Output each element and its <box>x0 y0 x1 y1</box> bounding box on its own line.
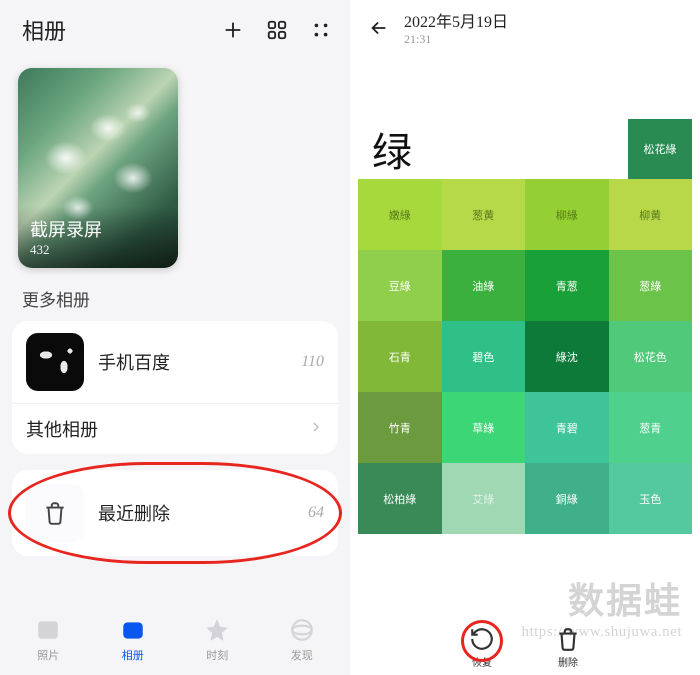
photo-date: 2022年5月19日 <box>404 8 508 32</box>
album-row-others[interactable]: 其他相册 <box>12 403 338 454</box>
color-swatch: 碧色 <box>442 321 526 392</box>
color-swatch: 柳綠 <box>525 179 609 250</box>
recently-deleted-label: 最近删除 <box>98 500 294 526</box>
trash-icon <box>555 626 581 652</box>
tab-label: 发现 <box>291 647 313 663</box>
image-title-chip: 松花綠 <box>628 119 692 179</box>
color-swatch: 草綠 <box>442 392 526 463</box>
album-row-label: 手机百度 <box>98 349 287 375</box>
page-title: 相册 <box>22 14 66 46</box>
photo-time: 21:31 <box>404 32 508 47</box>
recently-deleted-row[interactable]: 最近删除 64 <box>12 470 338 556</box>
recently-deleted-count: 64 <box>308 504 324 522</box>
album-row-baidu[interactable]: 手机百度 110 <box>12 321 338 403</box>
tab-label: 相册 <box>122 647 144 663</box>
add-icon[interactable] <box>222 19 244 41</box>
more-icon[interactable] <box>310 19 332 41</box>
tab-label: 时刻 <box>206 647 228 663</box>
album-card[interactable]: 截屏录屏 432 <box>18 68 178 268</box>
back-button[interactable] <box>368 17 390 39</box>
color-swatch: 葱黄 <box>442 179 526 250</box>
color-swatch: 石青 <box>358 321 442 392</box>
tab-moments[interactable]: 时刻 <box>204 617 230 663</box>
section-label: 更多相册 <box>22 286 350 311</box>
color-swatch: 竹青 <box>358 392 442 463</box>
color-swatch: 銅綠 <box>525 463 609 534</box>
album-row-count: 110 <box>301 353 324 371</box>
color-swatch: 油綠 <box>442 250 526 321</box>
album-thumb <box>26 333 84 391</box>
color-swatch: 青碧 <box>525 392 609 463</box>
color-swatch: 柳黄 <box>609 179 693 250</box>
album-row-label: 其他相册 <box>26 416 294 442</box>
restore-label: 恢复 <box>472 654 492 669</box>
tab-label: 照片 <box>37 647 59 663</box>
color-swatch: 綠沈 <box>525 321 609 392</box>
album-count: 432 <box>30 242 166 258</box>
color-swatch: 嫩綠 <box>358 179 442 250</box>
color-swatch: 豆綠 <box>358 250 442 321</box>
deleted-image-preview[interactable]: 绿 松花綠 嫩綠葱黄柳綠柳黄豆綠油綠青葱葱綠石青碧色綠沈松花色竹青草綠青碧葱青松… <box>358 119 692 534</box>
tab-photos[interactable]: 照片 <box>35 617 61 663</box>
color-swatch: 松柏綠 <box>358 463 442 534</box>
color-swatch: 葱青 <box>609 392 693 463</box>
delete-button[interactable]: 删除 <box>555 626 581 669</box>
tab-albums[interactable]: 相册 <box>120 617 146 663</box>
chevron-right-icon <box>308 419 324 440</box>
trash-icon <box>26 484 84 542</box>
color-swatch: 葱綠 <box>609 250 693 321</box>
color-swatch: 松花色 <box>609 321 693 392</box>
tab-discover[interactable]: 发现 <box>289 617 315 663</box>
delete-label: 删除 <box>558 654 578 669</box>
restore-button[interactable]: 恢复 <box>469 626 495 669</box>
color-swatch: 青葱 <box>525 250 609 321</box>
grid-icon[interactable] <box>266 19 288 41</box>
restore-icon <box>469 626 495 652</box>
color-swatch: 艾綠 <box>442 463 526 534</box>
bottom-tabbar: 照片 相册 时刻 发现 <box>0 613 350 667</box>
image-title: 绿 <box>358 119 628 179</box>
color-swatch: 玉色 <box>609 463 693 534</box>
album-name: 截屏录屏 <box>30 216 166 242</box>
